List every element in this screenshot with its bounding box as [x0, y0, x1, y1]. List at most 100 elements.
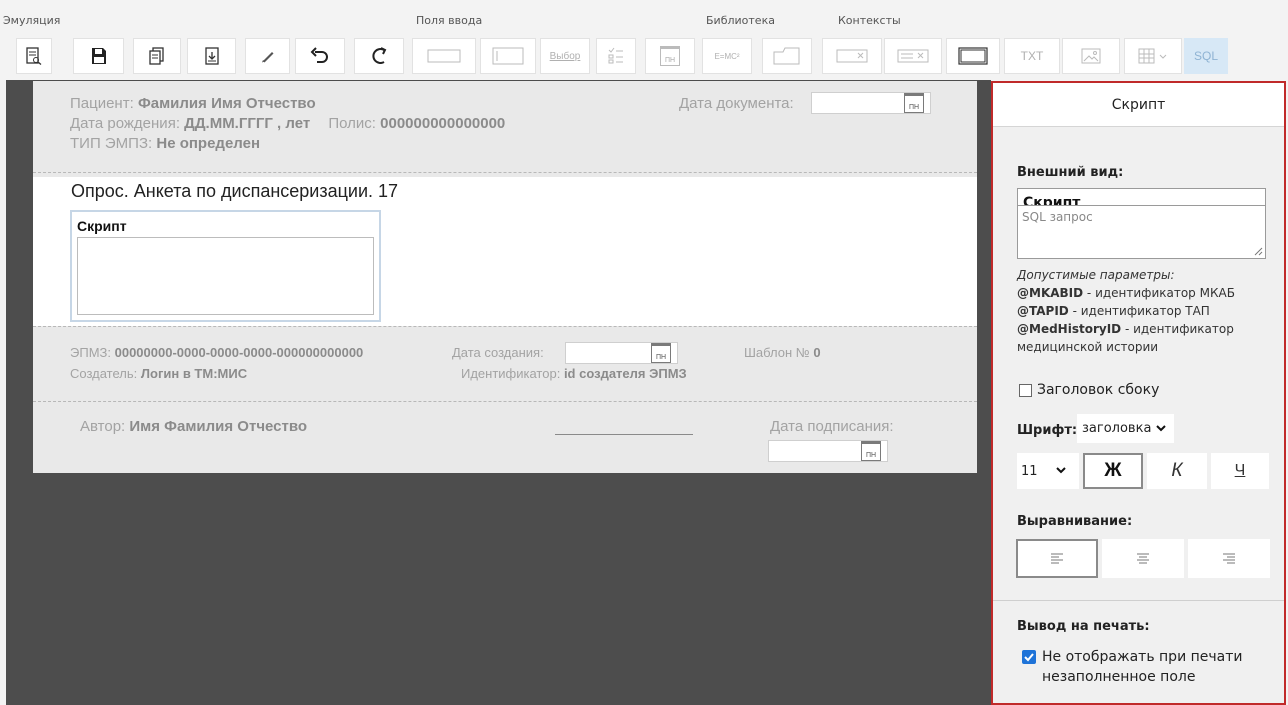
underline-button[interactable]: Ч — [1211, 453, 1269, 489]
birth-line: Дата рождения: ДД.ММ.ГГГГ , лет Полис: 0… — [70, 115, 505, 132]
formula-button[interactable]: E=MC² — [702, 38, 752, 74]
align-center-button[interactable] — [1102, 539, 1184, 578]
image-button[interactable] — [1062, 38, 1120, 74]
script-block[interactable]: Скрипт — [70, 210, 381, 322]
font-size-select[interactable]: 11 — [1017, 453, 1079, 489]
copy-icon — [149, 47, 164, 65]
sql-query-textarea[interactable]: SQL запрос — [1017, 205, 1266, 259]
txt-button[interactable]: TXT — [1004, 38, 1060, 74]
script-area: Скрипт — [33, 205, 977, 326]
date-field-button[interactable]: ПН — [645, 38, 695, 74]
bold-button[interactable]: Ж — [1083, 453, 1143, 489]
undo-button[interactable] — [295, 38, 345, 74]
patient-line: Пациент: Фамилия Имя Отчество — [70, 95, 316, 112]
formula-label: E=MC² — [714, 51, 740, 61]
calendar-icon: ПН — [660, 46, 680, 66]
italic-button[interactable]: К — [1147, 453, 1207, 489]
clear-field-icon — [836, 49, 868, 63]
preview-icon — [26, 47, 42, 65]
doc-date-input[interactable]: ПН — [811, 92, 931, 114]
text-clear-icon — [897, 49, 929, 63]
created-date-input[interactable]: ПН — [565, 342, 678, 364]
signature-line — [555, 434, 693, 435]
table-button[interactable] — [1124, 38, 1182, 74]
policy-label: Полис: — [328, 115, 376, 132]
divider — [33, 326, 977, 327]
type-line: ТИП ЭМПЗ: Не определен — [70, 135, 260, 152]
script-block-label: Скрипт — [77, 218, 127, 234]
select-button[interactable]: Выбор — [540, 38, 590, 74]
text-clear-field-button[interactable] — [884, 38, 942, 74]
param-desc: - идентификатор — [1121, 322, 1234, 336]
undo-icon — [310, 47, 328, 63]
document-page: Пациент: Фамилия Имя Отчество Дата рожде… — [33, 81, 977, 473]
font-select[interactable]: заголовка — [1077, 414, 1174, 443]
script-output-box[interactable] — [77, 237, 374, 315]
document-title: Опрос. Анкета по диспансеризации. 17 — [71, 181, 399, 201]
chevron-down-icon — [1156, 424, 1167, 431]
empz-label: ЭПМЗ: — [70, 345, 111, 360]
identifier-line: Идентификатор: id создателя ЭПМЗ — [461, 366, 687, 381]
signed-label: Дата подписания: — [770, 418, 894, 435]
tab-block-button[interactable] — [762, 38, 812, 74]
calendar-icon[interactable]: ПН — [651, 343, 671, 363]
identifier-label: Идентификатор: — [461, 366, 561, 381]
param-item: @TAPID - идентификатор ТАП — [1017, 302, 1210, 320]
print-label: Вывод на печать: — [1017, 619, 1150, 634]
type-value: Не определен — [156, 135, 261, 152]
side-header-label: Заголовок сбоку — [1037, 382, 1160, 398]
param-item: @MedHistoryID - идентификатор — [1017, 320, 1234, 338]
param-desc: - идентификатор ТАП — [1068, 304, 1210, 318]
birth-value: ДД.ММ.ГГГГ , лет — [184, 115, 311, 132]
export-button[interactable] — [187, 38, 236, 74]
params-heading: Допустимые параметры: — [1017, 268, 1175, 282]
table-icon — [1138, 48, 1167, 64]
side-header-option[interactable]: Заголовок сбоку — [1019, 382, 1159, 398]
template-label: Шаблон № — [744, 345, 810, 360]
param-name: @TAPID — [1017, 304, 1069, 318]
empz-value: 00000000-0000-0000-0000-000000000000 — [114, 345, 364, 360]
save-icon — [91, 48, 106, 64]
group-label-inputs: Поля ввода — [416, 14, 483, 27]
creator-label: Создатель: — [70, 366, 138, 381]
print-option-line: Не отображать при печати — [1042, 649, 1243, 665]
print-option-checkbox[interactable] — [1022, 650, 1036, 664]
edit-button[interactable] — [245, 38, 290, 74]
align-left-button[interactable] — [1016, 539, 1098, 578]
param-tail: медицинской истории — [1017, 340, 1159, 354]
policy-value: 000000000000000 — [380, 115, 506, 132]
doc-date-label: Дата документа: — [679, 95, 794, 112]
preview-button[interactable] — [16, 38, 52, 74]
clearable-field-button[interactable] — [822, 38, 882, 74]
align-right-button[interactable] — [1188, 539, 1270, 578]
text-field-button[interactable] — [412, 38, 476, 74]
empz-line: ЭПМЗ: 00000000-0000-0000-0000-0000000000… — [70, 345, 363, 360]
signed-date-input[interactable]: ПН — [768, 440, 888, 462]
calendar-icon[interactable]: ПН — [904, 93, 924, 113]
align-row — [1016, 539, 1270, 578]
textarea-button[interactable] — [480, 38, 536, 74]
param-item: @MKABID - идентификатор МКАБ — [1017, 284, 1235, 302]
side-header-checkbox[interactable] — [1019, 383, 1032, 397]
created-label: Дата создания: — [452, 345, 544, 360]
param-name: @MKABID — [1017, 286, 1084, 300]
resize-handle-icon[interactable] — [1253, 246, 1263, 256]
author-line: Автор: Имя Фамилия Отчество — [80, 418, 307, 435]
template-value: 0 — [813, 345, 821, 360]
chevron-down-icon — [1055, 467, 1066, 474]
copy-button[interactable] — [133, 38, 181, 74]
divider — [33, 172, 977, 173]
checklist-button[interactable] — [596, 38, 636, 74]
calendar-icon[interactable]: ПН — [861, 441, 881, 461]
creator-line: Создатель: Логин в ТМ:МИС — [70, 366, 247, 381]
author-label: Автор: — [80, 418, 126, 435]
frame-button[interactable] — [946, 38, 1000, 74]
template-line: Шаблон № 0 — [744, 345, 821, 360]
panel-title: Скрипт — [993, 83, 1284, 127]
redo-button[interactable] — [354, 38, 404, 74]
export-icon — [204, 47, 219, 65]
save-button[interactable] — [73, 38, 124, 74]
sql-button[interactable]: SQL — [1184, 38, 1228, 74]
print-option-text: Не отображать при печати незаполненное п… — [1042, 647, 1272, 687]
divider — [33, 401, 977, 402]
